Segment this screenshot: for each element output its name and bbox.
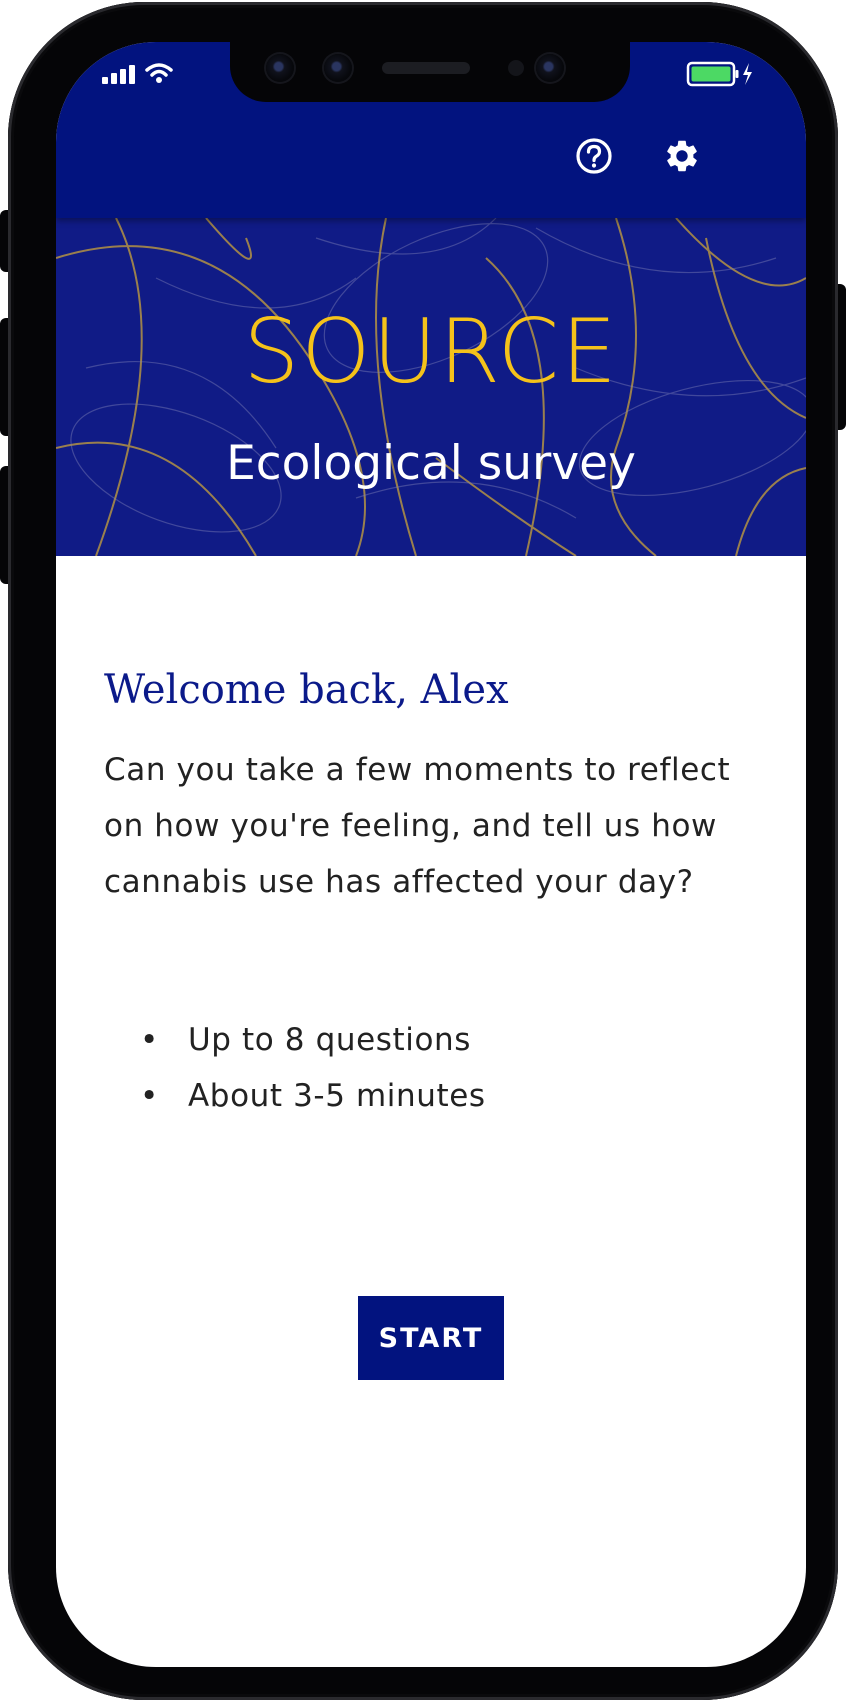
page: SOURCE Ecological survey Welcome back, A… [0,0,846,1704]
signal-bars-icon [102,64,135,84]
phone-frame: SOURCE Ecological survey Welcome back, A… [8,2,838,1700]
phone-screen: SOURCE Ecological survey Welcome back, A… [56,42,806,1667]
app-bar [56,42,806,218]
phone-notch [230,42,630,102]
detail-question-count: Up to 8 questions [188,1022,472,1058]
brand-logo: SOURCE [243,300,619,403]
intro-text: Can you take a few moments to reflect on… [104,752,731,900]
greeting-heading: Welcome back, Alex [104,667,509,713]
hero-banner: SOURCE Ecological survey [56,218,806,556]
bullet-icon: • [140,1022,159,1058]
hero-subtitle: Ecological survey [226,436,636,491]
help-circle-icon [576,138,612,174]
status-bar-left [102,62,173,84]
gear-icon [667,140,697,172]
survey-details-list: • Up to 8 questions • About 3-5 minutes [104,1012,486,1124]
status-bar-right [686,60,756,93]
start-button[interactable]: START [358,1296,504,1380]
wifi-icon [145,63,173,83]
list-item: • About 3-5 minutes [104,1068,486,1124]
camera-icon [266,54,294,82]
proximity-sensor [508,60,524,76]
camera-icon [324,54,352,82]
list-item: • Up to 8 questions [104,1012,486,1068]
settings-button[interactable] [660,134,704,178]
earpiece-speaker [382,62,470,74]
battery-charging-icon [686,61,752,87]
bullet-icon: • [140,1078,159,1114]
front-camera-icon [536,54,564,82]
detail-duration: About 3-5 minutes [188,1078,486,1114]
help-button[interactable] [572,134,616,178]
